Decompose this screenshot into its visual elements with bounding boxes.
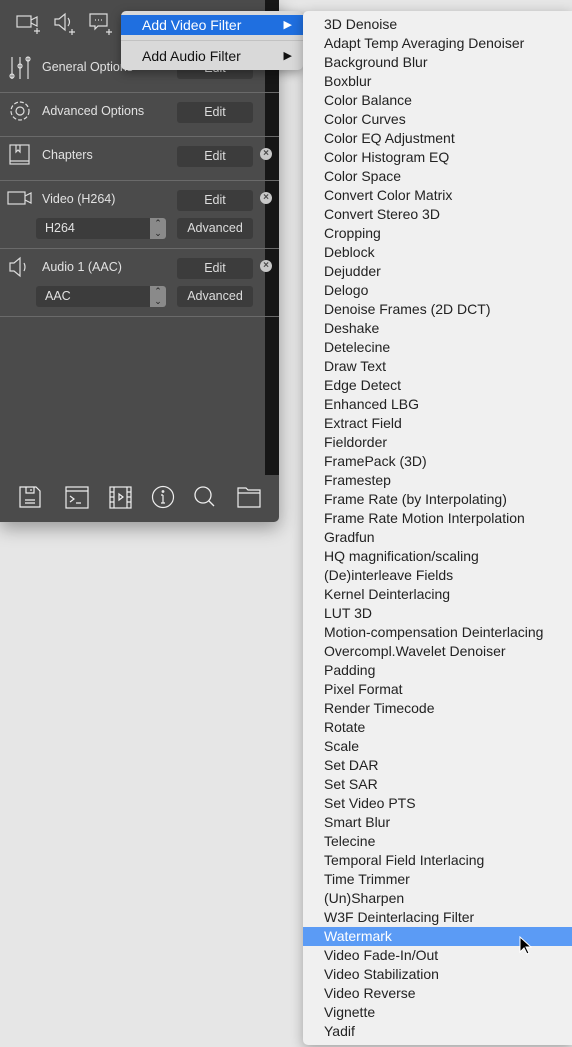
book-icon bbox=[9, 144, 30, 165]
submenu-item[interactable]: Detelecine bbox=[303, 338, 572, 357]
submenu-item[interactable]: Kernel Deinterlacing bbox=[303, 585, 572, 604]
submenu-item[interactable]: W3F Deinterlacing Filter bbox=[303, 908, 572, 927]
submenu-item[interactable]: Cropping bbox=[303, 224, 572, 243]
audio-codec-select[interactable]: AAC ⌃ ⌄ bbox=[36, 286, 166, 307]
menu-item-add-video-filter[interactable]: Add Video Filter ▶ bbox=[121, 15, 303, 35]
row-advanced-options: Advanced Options Edit bbox=[0, 93, 279, 137]
stepper-icon: ⌃ ⌄ bbox=[150, 218, 166, 239]
submenu-item[interactable]: Set Video PTS bbox=[303, 794, 572, 813]
film-icon[interactable] bbox=[108, 484, 134, 510]
video-filter-submenu: 3D Denoise Adapt Temp Averaging Denoiser B… bbox=[303, 11, 572, 1045]
submenu-item[interactable]: Pixel Format bbox=[303, 680, 572, 699]
gear-icon bbox=[10, 101, 30, 121]
submenu-item[interactable]: Color EQ Adjustment bbox=[303, 129, 572, 148]
edit-button[interactable]: Edit bbox=[177, 190, 253, 211]
submenu-item[interactable]: Convert Stereo 3D bbox=[303, 205, 572, 224]
submenu-arrow-icon: ▶ bbox=[283, 50, 292, 62]
submenu-item[interactable]: HQ magnification/scaling bbox=[303, 547, 572, 566]
submenu-item[interactable]: LUT 3D bbox=[303, 604, 572, 623]
submenu-item[interactable]: Telecine bbox=[303, 832, 572, 851]
submenu-item[interactable]: Video Stabilization bbox=[303, 965, 572, 984]
advanced-button[interactable]: Advanced bbox=[177, 218, 253, 239]
remove-icon[interactable]: × bbox=[260, 148, 272, 160]
submenu-item[interactable]: Frame Rate Motion Interpolation bbox=[303, 509, 572, 528]
mouse-cursor-icon bbox=[519, 936, 533, 955]
edit-button[interactable]: Edit bbox=[177, 146, 253, 167]
submenu-item[interactable]: Color Balance bbox=[303, 91, 572, 110]
submenu-item[interactable]: Extract Field bbox=[303, 414, 572, 433]
submenu-item[interactable]: Deblock bbox=[303, 243, 572, 262]
submenu-item[interactable]: Set SAR bbox=[303, 775, 572, 794]
speaker-icon bbox=[9, 256, 26, 278]
context-menu: Add Video Filter ▶ Add Audio Filter ▶ bbox=[121, 11, 303, 70]
folder-icon[interactable] bbox=[236, 484, 262, 510]
menu-separator bbox=[121, 40, 303, 41]
submenu-item[interactable]: Render Timecode bbox=[303, 699, 572, 718]
submenu-arrow-icon: ▶ bbox=[283, 19, 292, 31]
add-audio-icon[interactable] bbox=[52, 10, 80, 38]
search-icon[interactable] bbox=[192, 484, 218, 510]
row-label: General Options bbox=[42, 60, 134, 74]
submenu-item[interactable]: 3D Denoise bbox=[303, 15, 572, 34]
submenu-item[interactable]: Deshake bbox=[303, 319, 572, 338]
submenu-item[interactable]: Edge Detect bbox=[303, 376, 572, 395]
remove-icon[interactable]: × bbox=[260, 192, 272, 204]
submenu-item[interactable]: Yadif bbox=[303, 1022, 572, 1041]
stepper-icon: ⌃ ⌄ bbox=[150, 286, 166, 307]
submenu-item[interactable]: FramePack (3D) bbox=[303, 452, 572, 471]
info-icon[interactable] bbox=[150, 484, 176, 510]
row-label: Advanced Options bbox=[42, 104, 145, 118]
add-video-icon[interactable] bbox=[14, 10, 42, 38]
edit-button[interactable]: Edit bbox=[177, 102, 253, 123]
submenu-item[interactable]: Smart Blur bbox=[303, 813, 572, 832]
video-camera-icon bbox=[7, 191, 32, 205]
row-label: Chapters bbox=[42, 148, 93, 162]
submenu-item[interactable]: Enhanced LBG bbox=[303, 395, 572, 414]
settings-panel: General Options Edit Advanced Options Ed… bbox=[0, 0, 279, 522]
submenu-item[interactable]: Adapt Temp Averaging Denoiser bbox=[303, 34, 572, 53]
submenu-item[interactable]: Framestep bbox=[303, 471, 572, 490]
submenu-item[interactable]: Time Trimmer bbox=[303, 870, 572, 889]
submenu-item[interactable]: Frame Rate (by Interpolating) bbox=[303, 490, 572, 509]
add-subtitle-icon[interactable] bbox=[87, 10, 115, 38]
advanced-button[interactable]: Advanced bbox=[177, 286, 253, 307]
submenu-item[interactable]: Set DAR bbox=[303, 756, 572, 775]
menu-item-add-audio-filter[interactable]: Add Audio Filter ▶ bbox=[121, 46, 303, 66]
submenu-item[interactable]: Dejudder bbox=[303, 262, 572, 281]
submenu-item[interactable]: Color Curves bbox=[303, 110, 572, 129]
submenu-item[interactable]: Background Blur bbox=[303, 53, 572, 72]
submenu-item[interactable]: Delogo bbox=[303, 281, 572, 300]
submenu-item[interactable]: Fieldorder bbox=[303, 433, 572, 452]
submenu-item[interactable]: Color Histogram EQ bbox=[303, 148, 572, 167]
remove-icon[interactable]: × bbox=[260, 260, 272, 272]
submenu-item[interactable]: Gradfun bbox=[303, 528, 572, 547]
row-chapters: Chapters Edit × bbox=[0, 137, 279, 181]
row-video: Video (H264) Edit × H264 ⌃ ⌄ Advanced bbox=[0, 181, 279, 249]
submenu-item[interactable]: Color Space bbox=[303, 167, 572, 186]
row-audio: Audio 1 (AAC) Edit × AAC ⌃ ⌄ Advanced bbox=[0, 249, 279, 317]
video-codec-select[interactable]: H264 ⌃ ⌄ bbox=[36, 218, 166, 239]
submenu-item[interactable]: Motion-compensation Deinterlacing bbox=[303, 623, 572, 642]
submenu-item[interactable]: Boxblur bbox=[303, 72, 572, 91]
submenu-item[interactable]: Rotate bbox=[303, 718, 572, 737]
submenu-item[interactable]: Draw Text bbox=[303, 357, 572, 376]
bottom-toolbar bbox=[0, 484, 279, 514]
row-label: Audio 1 (AAC) bbox=[42, 260, 122, 274]
terminal-icon[interactable] bbox=[64, 484, 90, 510]
submenu-item[interactable]: Video Reverse bbox=[303, 984, 572, 1003]
submenu-item[interactable]: Vignette bbox=[303, 1003, 572, 1022]
submenu-item[interactable]: Padding bbox=[303, 661, 572, 680]
submenu-item[interactable]: Convert Color Matrix bbox=[303, 186, 572, 205]
edit-button[interactable]: Edit bbox=[177, 258, 253, 279]
row-label: Video (H264) bbox=[42, 192, 116, 206]
submenu-item[interactable]: Scale bbox=[303, 737, 572, 756]
sliders-icon bbox=[9, 56, 31, 79]
save-icon[interactable] bbox=[17, 484, 43, 510]
submenu-item[interactable]: (De)interleave Fields bbox=[303, 566, 572, 585]
submenu-item[interactable]: Denoise Frames (2D DCT) bbox=[303, 300, 572, 319]
submenu-item[interactable]: (Un)Sharpen bbox=[303, 889, 572, 908]
submenu-item[interactable]: Temporal Field Interlacing bbox=[303, 851, 572, 870]
submenu-item[interactable]: Overcompl.Wavelet Denoiser bbox=[303, 642, 572, 661]
